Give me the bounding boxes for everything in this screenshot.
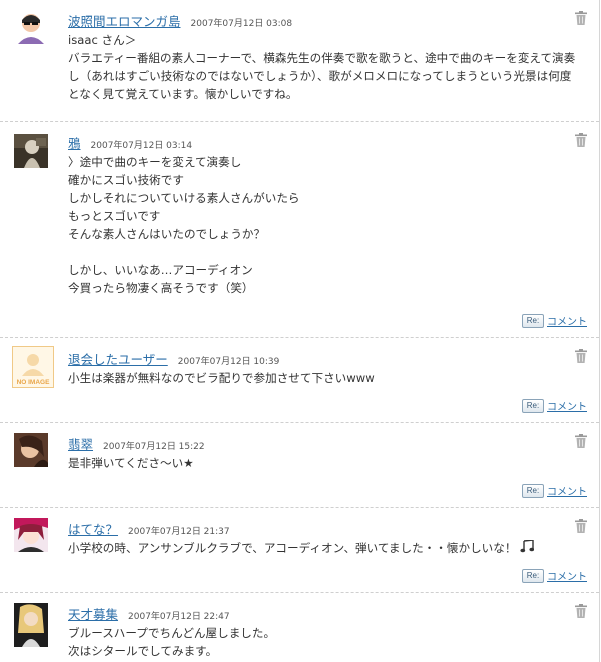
comment-item: 翡翠 2007年07月12日 15:22 是非弾いてくださ〜い★ Re: コメント	[0, 423, 599, 508]
comment-line: ブルースハープでちんどん屋しました。	[68, 626, 276, 640]
comment-item: NO IMAGE 退会したユーザー 2007年07月12日 10:39 小生は楽器…	[0, 338, 599, 423]
avatar[interactable]	[14, 134, 48, 168]
trash-icon[interactable]	[575, 434, 587, 448]
reply-icon: Re:	[522, 483, 544, 498]
no-image-label: NO IMAGE	[17, 379, 51, 386]
reply-link[interactable]: コメント	[547, 313, 587, 328]
comment-line: もっとスゴいです	[68, 209, 161, 223]
avatar[interactable]	[14, 603, 48, 647]
comment-line: 今買ったら物凄く高そうです（笑）	[68, 281, 254, 295]
comment-list: 波照間エロマンガ島 2007年07月12日 03:08 isaac さん＞ バラエ…	[0, 0, 600, 662]
username-link[interactable]: はてな？	[68, 522, 118, 537]
comment-body: ブルースハープでちんどん屋しました。 次はシタールでしてみます。	[68, 624, 577, 660]
username-link[interactable]: 退会したユーザー	[68, 352, 168, 367]
reply-comment-button[interactable]: Re: コメント	[522, 568, 587, 583]
comment-item: はてな？ 2007年07月12日 21:37 小学校の時、アンサンブルクラブで、ア…	[0, 508, 599, 593]
comment-date: 2007年07月12日 21:37	[128, 527, 230, 537]
trash-icon[interactable]	[575, 519, 587, 533]
avatar[interactable]	[14, 433, 48, 467]
comment-line: 小学校の時、アンサンブルクラブで、アコーディオン、弾いてました・・懐かしいな！	[68, 541, 517, 555]
trash-icon[interactable]	[575, 604, 587, 618]
reply-icon: Re:	[522, 313, 544, 328]
reply-comment-button[interactable]: Re: コメント	[522, 313, 587, 328]
trash-icon[interactable]	[575, 133, 587, 147]
comment-date: 2007年07月12日 03:08	[190, 19, 293, 29]
username-link[interactable]: 翡翠	[68, 437, 93, 452]
username-link[interactable]: 波照間エロマンガ島	[68, 14, 181, 29]
comment-body: 是非弾いてくださ〜い★	[68, 454, 577, 472]
comment-line: 次はシタールでしてみます。	[68, 644, 218, 658]
reply-link[interactable]: コメント	[547, 398, 587, 413]
trash-icon[interactable]	[575, 11, 587, 25]
username-link[interactable]: 鴉	[68, 136, 81, 151]
comment-line: しかし、いいなあ…アコーディオン	[68, 263, 253, 277]
comment-date: 2007年07月12日 10:39	[177, 357, 280, 367]
comment-header: 翡翠 2007年07月12日 15:22	[68, 434, 205, 453]
avatar[interactable]: NO IMAGE	[12, 346, 54, 388]
comment-body: 小学校の時、アンサンブルクラブで、アコーディオン、弾いてました・・懐かしいな！	[68, 538, 577, 558]
comment-header: 天才募集 2007年07月12日 22:47	[68, 604, 230, 623]
comment-line: 〉途中で曲のキーを変えて演奏し	[68, 155, 242, 169]
comment-line: 小生は楽器が無料なのでビラ配りで参加させて下さいwww	[68, 371, 375, 385]
comment-line	[68, 243, 577, 261]
reply-icon: Re:	[522, 398, 544, 413]
comment-header: はてな？ 2007年07月12日 21:37	[68, 519, 230, 538]
comment-item: 鴉 2007年07月12日 03:14 〉途中で曲のキーを変えて演奏し 確かにスゴ…	[0, 122, 599, 338]
comment-header: 波照間エロマンガ島 2007年07月12日 03:08	[68, 11, 292, 30]
comment-item: 波照間エロマンガ島 2007年07月12日 03:08 isaac さん＞ バラエ…	[0, 0, 599, 122]
avatar[interactable]	[14, 518, 48, 552]
comment-line: 是非弾いてくださ〜い★	[68, 456, 194, 470]
comment-header: 退会したユーザー 2007年07月12日 10:39	[68, 349, 279, 368]
comment-date: 2007年07月12日 03:14	[90, 141, 193, 151]
trash-icon[interactable]	[575, 349, 587, 363]
reply-comment-button[interactable]: Re: コメント	[522, 483, 587, 498]
comment-line: isaac さん＞	[68, 33, 137, 47]
comment-line: そんな素人さんはいたのでしょうか？	[68, 227, 266, 241]
comment-body: 小生は楽器が無料なのでビラ配りで参加させて下さいwww	[68, 369, 577, 387]
reply-link[interactable]: コメント	[547, 568, 587, 583]
comment-line: しかしそれについていける素人さんがいたら	[68, 191, 300, 205]
comment-body: 〉途中で曲のキーを変えて演奏し 確かにスゴい技術です しかしそれについていける素…	[68, 153, 577, 297]
comment-date: 2007年07月12日 15:22	[103, 442, 205, 452]
music-note-icon	[520, 538, 535, 558]
reply-icon: Re:	[522, 568, 544, 583]
comment-line: 確かにスゴい技術です	[68, 173, 184, 187]
comment-header: 鴉 2007年07月12日 03:14	[68, 133, 192, 152]
reply-link[interactable]: コメント	[547, 483, 587, 498]
comment-body: isaac さん＞ バラエティー番組の素人コーナーで、横森先生の伴奏で歌を歌うと…	[68, 31, 577, 103]
avatar[interactable]	[14, 10, 48, 44]
username-link[interactable]: 天才募集	[68, 607, 118, 622]
comment-date: 2007年07月12日 22:47	[128, 612, 230, 622]
reply-comment-button[interactable]: Re: コメント	[522, 398, 587, 413]
comment-line: バラエティー番組の素人コーナーで、横森先生の伴奏で歌を歌うと、途中で曲のキーを変…	[68, 51, 576, 101]
comment-item: 天才募集 2007年07月12日 22:47 ブルースハープでちんどん屋しました。…	[0, 593, 599, 662]
